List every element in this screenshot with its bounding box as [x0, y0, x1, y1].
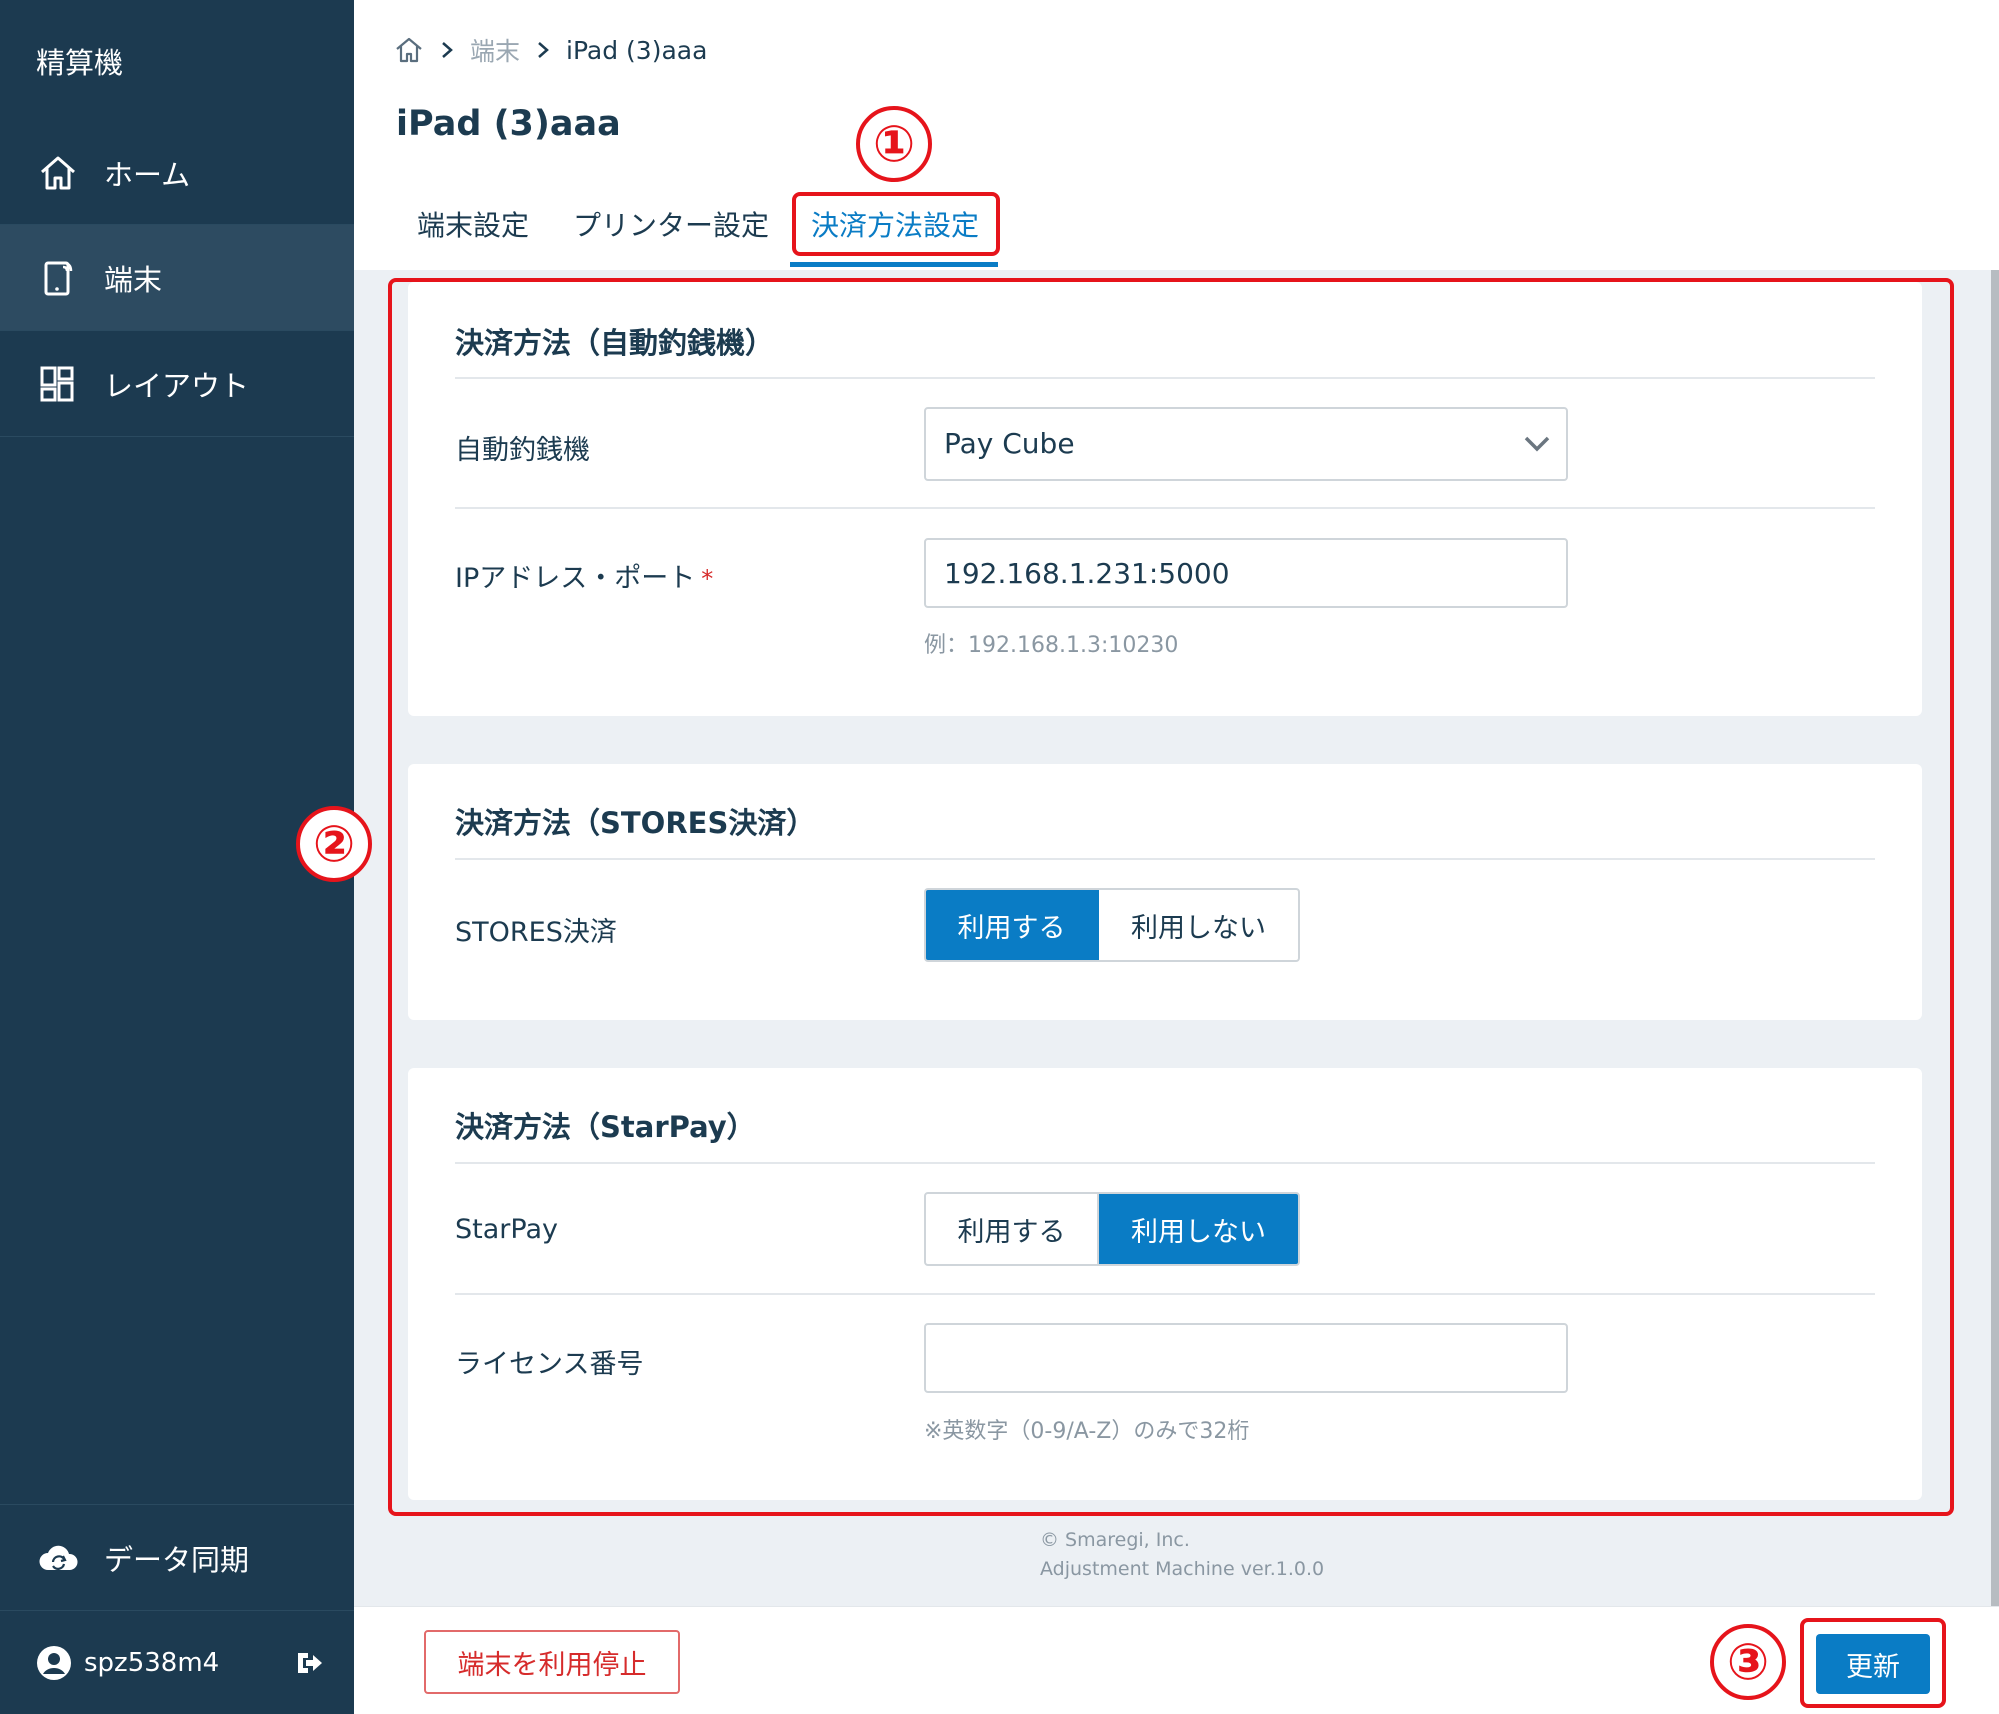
sidebar-item-label: レイアウト	[104, 368, 250, 403]
breadcrumb-link-terminal[interactable]: 端末	[470, 32, 520, 68]
home-icon[interactable]	[394, 35, 424, 65]
copyright: © Smaregi, Inc.	[1040, 1529, 1190, 1551]
cloud-sync-icon	[39, 1545, 78, 1570]
tab-printer-settings[interactable]: プリンター設定	[573, 196, 769, 256]
chevron-right-icon	[442, 42, 453, 58]
app-title: 精算機	[36, 46, 124, 80]
sidebar-item-home[interactable]: ホーム	[0, 120, 354, 225]
sidebar-item-terminal[interactable]: 端末	[0, 225, 354, 330]
home-icon	[41, 156, 75, 189]
layout-icon	[40, 366, 74, 401]
annotation-box-update	[1800, 1618, 1946, 1708]
tab-terminal-settings[interactable]: 端末設定	[417, 196, 529, 256]
page-title: iPad (3)aaa	[396, 104, 621, 144]
chevron-right-icon	[538, 42, 549, 58]
annotation-number-3: ③	[1710, 1624, 1786, 1700]
annotation-box-tab	[792, 192, 1000, 256]
sidebar-item-label: 端末	[104, 262, 163, 297]
stop-terminal-button[interactable]: 端末を利用停止	[424, 1630, 680, 1694]
breadcrumb-current: iPad (3)aaa	[566, 35, 708, 65]
tablet-icon	[44, 261, 73, 295]
sidebar-divider	[0, 1504, 354, 1505]
sidebar-item-label: ホーム	[104, 157, 191, 192]
data-sync-button[interactable]: データ同期	[0, 1506, 354, 1610]
version: Adjustment Machine ver.1.0.0	[1040, 1558, 1325, 1580]
active-tab-indicator	[790, 262, 998, 267]
data-sync-label: データ同期	[104, 1543, 250, 1577]
annotation-number-2: ②	[296, 806, 372, 882]
annotation-box-content	[388, 278, 1954, 1516]
logout-icon[interactable]	[292, 1647, 324, 1679]
scrollbar[interactable]	[1991, 270, 1999, 1606]
user-panel: spz538m4	[0, 1611, 354, 1714]
annotation-number-1: ①	[856, 106, 932, 182]
sidebar-item-layout[interactable]: レイアウト	[0, 331, 354, 436]
breadcrumb: 端末 iPad (3)aaa	[394, 32, 707, 68]
avatar-icon	[37, 1645, 71, 1680]
username: spz538m4	[84, 1647, 220, 1678]
sidebar-divider	[0, 436, 354, 437]
